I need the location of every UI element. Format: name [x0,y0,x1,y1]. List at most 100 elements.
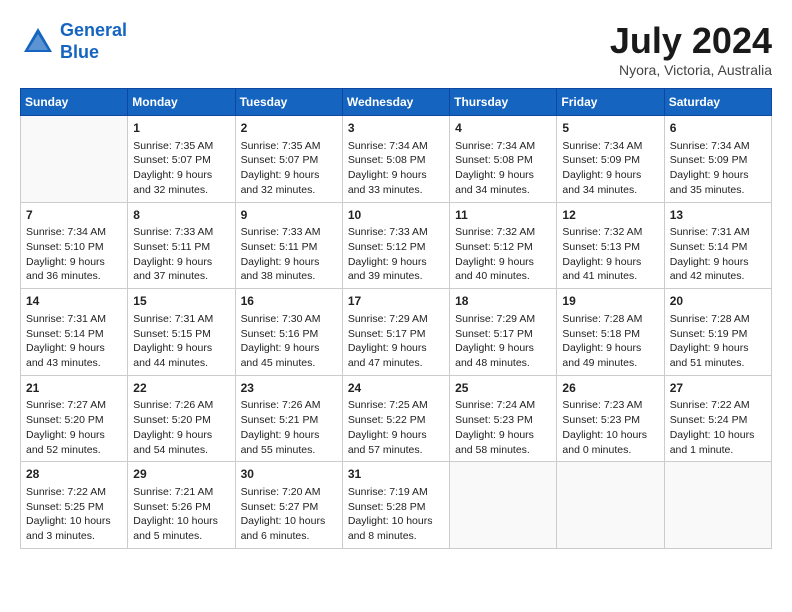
cell-info: Sunrise: 7:33 AM Sunset: 5:11 PM Dayligh… [133,225,229,284]
day-number: 26 [562,380,658,397]
calendar-cell: 24Sunrise: 7:25 AM Sunset: 5:22 PM Dayli… [342,375,449,462]
cell-info: Sunrise: 7:34 AM Sunset: 5:09 PM Dayligh… [562,139,658,198]
calendar-cell: 15Sunrise: 7:31 AM Sunset: 5:15 PM Dayli… [128,289,235,376]
day-number: 6 [670,120,766,137]
cell-info: Sunrise: 7:34 AM Sunset: 5:10 PM Dayligh… [26,225,122,284]
cell-info: Sunrise: 7:21 AM Sunset: 5:26 PM Dayligh… [133,485,229,544]
month-title: July 2024 [610,20,772,62]
cell-info: Sunrise: 7:34 AM Sunset: 5:08 PM Dayligh… [455,139,551,198]
calendar-cell: 1 Sunrise: 7:35 AM Sunset: 5:07 PM Daylig… [128,116,235,203]
day-number: 17 [348,293,444,310]
day-number: 27 [670,380,766,397]
day-number: 31 [348,466,444,483]
day-number: 11 [455,207,551,224]
cell-info: Sunrise: 7:27 AM Sunset: 5:20 PM Dayligh… [26,398,122,457]
calendar-cell: 25Sunrise: 7:24 AM Sunset: 5:23 PM Dayli… [450,375,557,462]
calendar-cell: 26Sunrise: 7:23 AM Sunset: 5:23 PM Dayli… [557,375,664,462]
calendar-week-3: 14 Sunrise: 7:31 AM Sunset: 5:14 PM Dayli… [21,289,772,376]
day-number: 8 [133,207,229,224]
page-header: General Blue July 2024 Nyora, Victoria, … [20,20,772,78]
day-number: 14 [26,293,122,310]
cell-info: Sunrise: 7:28 AM Sunset: 5:18 PM Dayligh… [562,312,658,371]
day-header-monday: Monday [128,89,235,116]
day-number: 1 [133,120,229,137]
calendar-cell: 2Sunrise: 7:35 AM Sunset: 5:07 PM Daylig… [235,116,342,203]
cell-info: Sunrise: 7:35 AM Sunset: 5:07 PM Dayligh… [133,139,229,198]
title-area: July 2024 Nyora, Victoria, Australia [610,20,772,78]
cell-info: Sunrise: 7:26 AM Sunset: 5:21 PM Dayligh… [241,398,337,457]
cell-info: Sunrise: 7:28 AM Sunset: 5:19 PM Dayligh… [670,312,766,371]
location: Nyora, Victoria, Australia [610,62,772,78]
calendar-week-1: 1 Sunrise: 7:35 AM Sunset: 5:07 PM Daylig… [21,116,772,203]
calendar-cell: 5 Sunrise: 7:34 AM Sunset: 5:09 PM Daylig… [557,116,664,203]
cell-info: Sunrise: 7:35 AM Sunset: 5:07 PM Dayligh… [241,139,337,198]
cell-info: Sunrise: 7:34 AM Sunset: 5:08 PM Dayligh… [348,139,444,198]
calendar-cell: 19 Sunrise: 7:28 AM Sunset: 5:18 PM Dayli… [557,289,664,376]
calendar-cell: 20 Sunrise: 7:28 AM Sunset: 5:19 PM Dayli… [664,289,771,376]
calendar-cell: 13Sunrise: 7:31 AM Sunset: 5:14 PM Dayli… [664,202,771,289]
calendar-cell: 9Sunrise: 7:33 AM Sunset: 5:11 PM Daylig… [235,202,342,289]
calendar-cell: 21Sunrise: 7:27 AM Sunset: 5:20 PM Dayli… [21,375,128,462]
day-number: 24 [348,380,444,397]
cell-info: Sunrise: 7:34 AM Sunset: 5:09 PM Dayligh… [670,139,766,198]
day-number: 25 [455,380,551,397]
calendar-cell [664,462,771,549]
calendar-cell: 6 Sunrise: 7:34 AM Sunset: 5:09 PM Daylig… [664,116,771,203]
day-number: 18 [455,293,551,310]
cell-info: Sunrise: 7:25 AM Sunset: 5:22 PM Dayligh… [348,398,444,457]
calendar-week-2: 7Sunrise: 7:34 AM Sunset: 5:10 PM Daylig… [21,202,772,289]
calendar-cell [557,462,664,549]
day-header-thursday: Thursday [450,89,557,116]
day-number: 5 [562,120,658,137]
logo-text: General Blue [60,20,127,63]
day-number: 16 [241,293,337,310]
calendar-cell: 16 Sunrise: 7:30 AM Sunset: 5:16 PM Dayli… [235,289,342,376]
day-number: 20 [670,293,766,310]
logo: General Blue [20,20,127,63]
day-number: 29 [133,466,229,483]
calendar-cell: 8Sunrise: 7:33 AM Sunset: 5:11 PM Daylig… [128,202,235,289]
calendar-week-4: 21Sunrise: 7:27 AM Sunset: 5:20 PM Dayli… [21,375,772,462]
calendar-week-5: 28 Sunrise: 7:22 AM Sunset: 5:25 PM Dayli… [21,462,772,549]
cell-info: Sunrise: 7:30 AM Sunset: 5:16 PM Dayligh… [241,312,337,371]
day-number: 13 [670,207,766,224]
calendar-cell: 11Sunrise: 7:32 AM Sunset: 5:12 PM Dayli… [450,202,557,289]
calendar-cell: 22Sunrise: 7:26 AM Sunset: 5:20 PM Dayli… [128,375,235,462]
day-number: 21 [26,380,122,397]
calendar-cell: 3Sunrise: 7:34 AM Sunset: 5:08 PM Daylig… [342,116,449,203]
calendar-cell: 28 Sunrise: 7:22 AM Sunset: 5:25 PM Dayli… [21,462,128,549]
cell-info: Sunrise: 7:33 AM Sunset: 5:12 PM Dayligh… [348,225,444,284]
day-number: 22 [133,380,229,397]
day-number: 7 [26,207,122,224]
calendar-cell: 23Sunrise: 7:26 AM Sunset: 5:21 PM Dayli… [235,375,342,462]
cell-info: Sunrise: 7:19 AM Sunset: 5:28 PM Dayligh… [348,485,444,544]
cell-info: Sunrise: 7:31 AM Sunset: 5:14 PM Dayligh… [26,312,122,371]
cell-info: Sunrise: 7:23 AM Sunset: 5:23 PM Dayligh… [562,398,658,457]
day-number: 19 [562,293,658,310]
calendar-cell: 7Sunrise: 7:34 AM Sunset: 5:10 PM Daylig… [21,202,128,289]
calendar-cell: 17Sunrise: 7:29 AM Sunset: 5:17 PM Dayli… [342,289,449,376]
calendar-cell: 4Sunrise: 7:34 AM Sunset: 5:08 PM Daylig… [450,116,557,203]
day-number: 28 [26,466,122,483]
calendar-cell: 27Sunrise: 7:22 AM Sunset: 5:24 PM Dayli… [664,375,771,462]
calendar-cell: 29 Sunrise: 7:21 AM Sunset: 5:26 PM Dayli… [128,462,235,549]
calendar-cell: 10Sunrise: 7:33 AM Sunset: 5:12 PM Dayli… [342,202,449,289]
calendar-cell: 12Sunrise: 7:32 AM Sunset: 5:13 PM Dayli… [557,202,664,289]
calendar-cell: 18Sunrise: 7:29 AM Sunset: 5:17 PM Dayli… [450,289,557,376]
day-header-sunday: Sunday [21,89,128,116]
cell-info: Sunrise: 7:22 AM Sunset: 5:25 PM Dayligh… [26,485,122,544]
calendar-cell: 31 Sunrise: 7:19 AM Sunset: 5:28 PM Dayli… [342,462,449,549]
cell-info: Sunrise: 7:32 AM Sunset: 5:13 PM Dayligh… [562,225,658,284]
day-number: 12 [562,207,658,224]
calendar-cell: 14 Sunrise: 7:31 AM Sunset: 5:14 PM Dayli… [21,289,128,376]
calendar-header-row: SundayMondayTuesdayWednesdayThursdayFrid… [21,89,772,116]
day-header-wednesday: Wednesday [342,89,449,116]
cell-info: Sunrise: 7:24 AM Sunset: 5:23 PM Dayligh… [455,398,551,457]
calendar-cell: 30 Sunrise: 7:20 AM Sunset: 5:27 PM Dayli… [235,462,342,549]
cell-info: Sunrise: 7:31 AM Sunset: 5:14 PM Dayligh… [670,225,766,284]
cell-info: Sunrise: 7:31 AM Sunset: 5:15 PM Dayligh… [133,312,229,371]
cell-info: Sunrise: 7:20 AM Sunset: 5:27 PM Dayligh… [241,485,337,544]
calendar-cell [21,116,128,203]
day-number: 30 [241,466,337,483]
cell-info: Sunrise: 7:32 AM Sunset: 5:12 PM Dayligh… [455,225,551,284]
